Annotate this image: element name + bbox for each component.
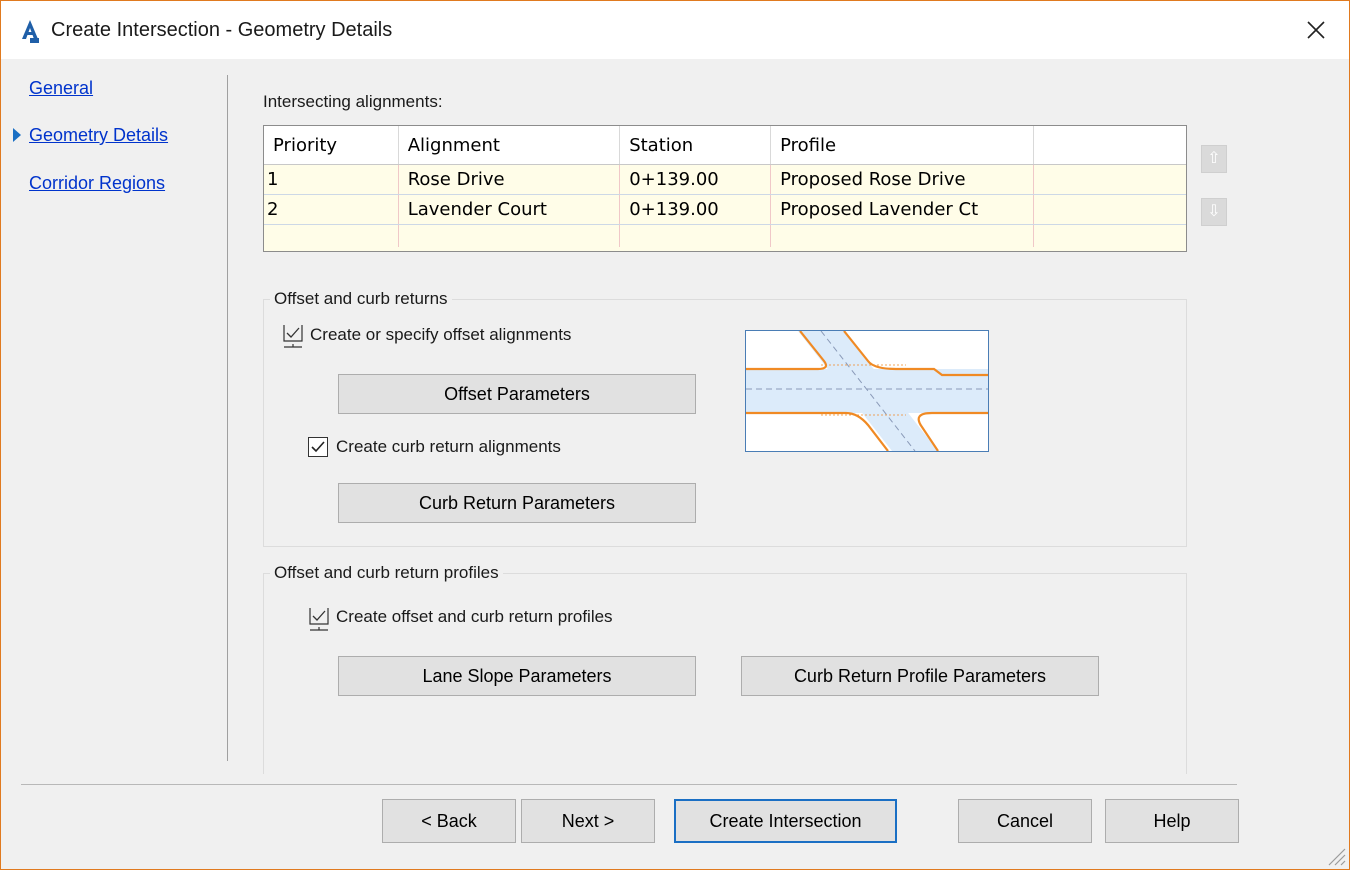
create-intersection-button[interactable]: Create Intersection: [674, 799, 897, 843]
intersecting-alignments-table[interactable]: Priority Alignment Station Profile 1 Ros…: [263, 125, 1187, 252]
create-profiles-label[interactable]: Create offset and curb return profiles: [336, 607, 613, 627]
lane-slope-parameters-button[interactable]: Lane Slope Parameters: [338, 656, 696, 696]
profile-cell[interactable]: Proposed Lavender Ct: [770, 194, 1034, 225]
alignment-cell[interactable]: Lavender Court: [398, 194, 621, 225]
blank-cell: [1033, 194, 1186, 225]
blank-cell: [1033, 164, 1186, 195]
table-row[interactable]: 2 Lavender Court 0+139.00 Proposed Laven…: [264, 194, 1186, 225]
curb-return-parameters-button[interactable]: Curb Return Parameters: [338, 483, 696, 523]
arrow-down-icon: ⇩: [1207, 203, 1221, 220]
curb-return-profiles-group-title: Offset and curb return profiles: [270, 563, 503, 583]
column-header-station[interactable]: Station: [619, 126, 772, 165]
offset-curb-returns-group-title: Offset and curb returns: [270, 289, 452, 309]
alignment-cell[interactable]: Rose Drive: [398, 164, 621, 195]
empty-cell[interactable]: [264, 224, 399, 247]
resize-grip-icon[interactable]: [1321, 841, 1347, 867]
dialog-window: Create Intersection - Geometry Details G…: [0, 0, 1350, 870]
title-bar: Create Intersection - Geometry Details: [1, 1, 1349, 59]
next-button[interactable]: Next >: [521, 799, 655, 843]
station-cell[interactable]: 0+139.00: [619, 164, 772, 195]
indeterminate-checkbox-icon[interactable]: [282, 323, 304, 349]
indeterminate-checkbox-icon[interactable]: [308, 606, 330, 632]
nav-item-geometry-details[interactable]: Geometry Details: [29, 125, 168, 146]
table-row-empty[interactable]: [264, 224, 1186, 248]
autocad-civil3d-icon: [22, 20, 39, 43]
arrow-up-icon: ⇧: [1207, 150, 1221, 167]
back-button[interactable]: < Back: [382, 799, 516, 843]
table-header-row: Priority Alignment Station Profile: [264, 126, 1186, 165]
curb-return-profile-parameters-button[interactable]: Curb Return Profile Parameters: [741, 656, 1099, 696]
empty-cell[interactable]: [398, 224, 621, 247]
checkmark-icon: [311, 441, 325, 453]
move-up-button[interactable]: ⇧: [1201, 145, 1227, 173]
column-header-priority[interactable]: Priority: [264, 126, 399, 165]
column-header-blank: [1033, 126, 1186, 165]
navigation-divider: [227, 75, 228, 761]
create-offset-alignments-label[interactable]: Create or specify offset alignments: [310, 325, 571, 345]
nav-item-corridor-regions[interactable]: Corridor Regions: [29, 173, 165, 194]
cancel-button[interactable]: Cancel: [958, 799, 1092, 843]
priority-cell[interactable]: 2: [264, 194, 399, 225]
column-header-profile[interactable]: Profile: [770, 126, 1034, 165]
create-curb-return-label[interactable]: Create curb return alignments: [336, 437, 561, 457]
profile-cell[interactable]: Proposed Rose Drive: [770, 164, 1034, 195]
intersecting-alignments-label: Intersecting alignments:: [263, 92, 443, 111]
move-down-button[interactable]: ⇩: [1201, 198, 1227, 226]
close-icon[interactable]: [1301, 15, 1331, 45]
table-row[interactable]: 1 Rose Drive 0+139.00 Proposed Rose Driv…: [264, 164, 1186, 195]
nav-item-general[interactable]: General: [29, 78, 93, 99]
intersection-preview-image: [745, 330, 989, 452]
empty-cell[interactable]: [770, 224, 1034, 247]
offset-parameters-button[interactable]: Offset Parameters: [338, 374, 696, 414]
footer-divider: [21, 784, 1237, 785]
dialog-title: Create Intersection - Geometry Details: [51, 19, 393, 41]
empty-cell: [1033, 225, 1186, 248]
station-cell[interactable]: 0+139.00: [619, 194, 772, 225]
priority-cell[interactable]: 1: [264, 164, 399, 195]
column-header-alignment[interactable]: Alignment: [398, 126, 621, 165]
empty-cell[interactable]: [619, 224, 772, 247]
current-page-arrow-icon: [13, 128, 21, 142]
help-button[interactable]: Help: [1105, 799, 1239, 843]
create-curb-return-checkbox[interactable]: [308, 437, 328, 457]
